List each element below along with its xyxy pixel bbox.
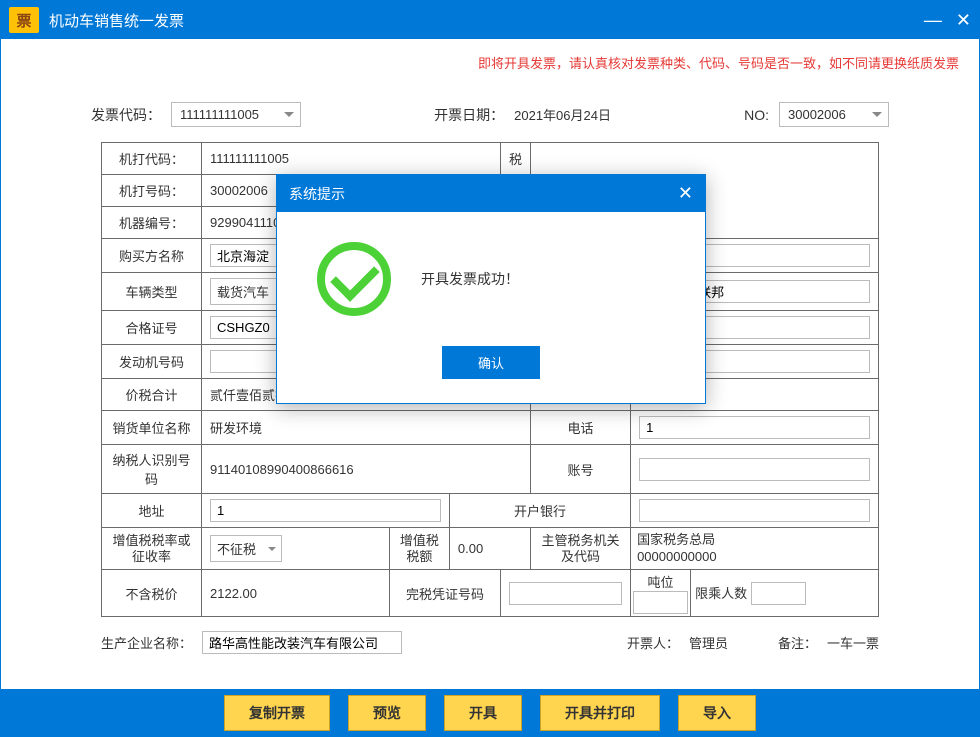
- system-prompt-modal: 系统提示 ✕ 开具发票成功！ 确认: [276, 174, 706, 404]
- success-check-icon: [317, 242, 391, 316]
- modal-ok-button[interactable]: 确认: [442, 346, 540, 379]
- modal-close-button[interactable]: ✕: [678, 183, 693, 204]
- modal-message: 开具发票成功！: [421, 269, 519, 289]
- modal-title: 系统提示: [289, 184, 678, 204]
